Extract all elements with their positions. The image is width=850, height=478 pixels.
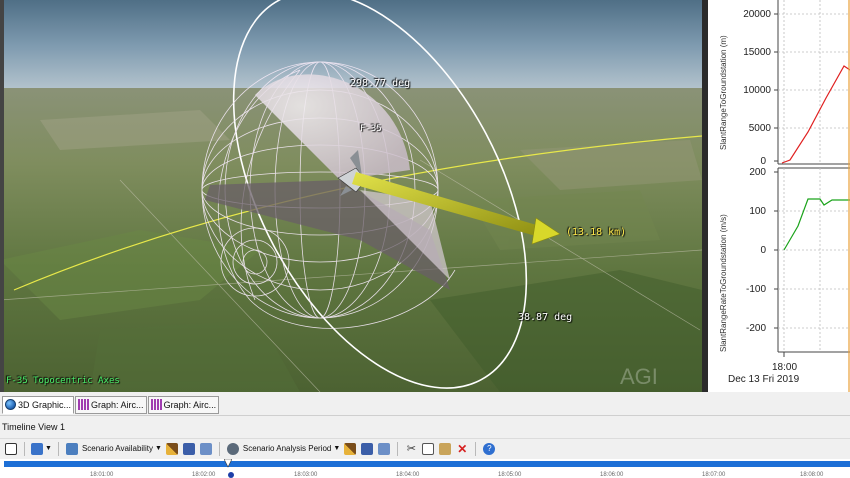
pencil-icon: [344, 442, 357, 455]
top-tick-0: 20000: [743, 9, 771, 20]
calendar-button[interactable]: [4, 442, 18, 456]
slant-range-line: [781, 65, 850, 164]
slant-range-rate-line: [783, 198, 850, 251]
3d-graphics-viewport[interactable]: 298.77 deg F-35 (13.18 km) 38.87 deg F-3…: [0, 0, 702, 392]
timeline-settings-icon: [31, 442, 43, 455]
time-marker[interactable]: [224, 459, 232, 469]
timeline-tick: 18:04:00: [396, 472, 420, 478]
chevron-down-icon: ▼: [45, 445, 52, 452]
save-period-button[interactable]: [360, 442, 374, 456]
bottom-tick-3: -100: [746, 284, 766, 295]
x-tick-label: 18:00: [772, 362, 798, 373]
scenario-availability-dropdown[interactable]: Scenario Availability ▼: [82, 442, 162, 456]
scenario-analysis-period-label: Scenario Analysis Period: [242, 444, 332, 453]
delete-button[interactable]: ✕: [455, 442, 469, 456]
3d-scene: [0, 0, 702, 392]
timeline-tick: 18:06:00: [600, 472, 624, 478]
toolbar-separator: [475, 441, 477, 456]
bottom-tick-4: -200: [746, 323, 766, 334]
save-icon: [182, 442, 195, 455]
edit-period-button[interactable]: [343, 442, 357, 456]
viewport-frame: [0, 0, 4, 392]
tab-graph-2[interactable]: Graph: Airc...: [147, 395, 220, 414]
timeline-track[interactable]: 18:01:00 18:02:00 18:03:00 18:04:00 18:0…: [0, 459, 850, 478]
toolbar-separator: [57, 441, 59, 456]
timeline-tick: 18:01:00: [90, 472, 114, 478]
tab-label: Graph: Airc...: [91, 399, 144, 410]
help-button[interactable]: ?: [482, 442, 496, 456]
timeline-tick: 18:08:00: [800, 472, 824, 478]
timeline-tick: 18:03:00: [294, 472, 318, 478]
scissors-icon: ✂: [406, 443, 416, 455]
timeline-tick: 18:02:00: [192, 472, 216, 478]
chevron-down-icon: ▼: [333, 445, 341, 452]
x-date-label: Dec 13 Fri 2019: [728, 374, 800, 385]
timeline-tick: 18:05:00: [498, 472, 522, 478]
scenario-availability-button[interactable]: [65, 442, 79, 456]
bar-graph-icon: [150, 399, 162, 410]
save-availability-button[interactable]: [182, 442, 196, 456]
timeline-toolbar: ▼ Scenario Availability ▼ Scenario Analy…: [0, 438, 850, 458]
elevation-label: 38.87 deg: [518, 312, 573, 323]
top-ylabel: SlantRangeToGroundstation (m): [719, 35, 728, 150]
bottom-tick-0: 200: [749, 167, 766, 178]
timeline-settings-button[interactable]: ▼: [31, 442, 52, 456]
help-icon: ?: [483, 442, 496, 455]
calendar-icon: [5, 442, 17, 455]
top-tick-3: 5000: [749, 123, 772, 134]
options-icon: [199, 442, 212, 455]
availability-options-button[interactable]: [199, 442, 213, 456]
app-window: 298.77 deg F-35 (13.18 km) 38.87 deg F-3…: [0, 0, 850, 478]
toolbar-separator: [397, 441, 399, 456]
top-tick-2: 10000: [743, 85, 771, 96]
globe-icon: [5, 399, 16, 410]
availability-icon: [65, 442, 78, 455]
edit-availability-button[interactable]: [165, 442, 179, 456]
graph-panel[interactable]: 20000 15000 10000 5000 0 SlantRangeToGro…: [702, 0, 850, 392]
tab-label: Graph: Airc...: [163, 399, 217, 410]
cut-button[interactable]: ✂: [404, 442, 418, 456]
tab-3d-graphics[interactable]: 3D Graphic...: [2, 395, 75, 414]
azimuth-label: 298.77 deg: [350, 78, 411, 89]
graph-canvas: 20000 15000 10000 5000 0 SlantRangeToGro…: [719, 0, 850, 392]
analysis-period-button[interactable]: [226, 442, 240, 456]
options-icon: [378, 442, 391, 455]
scenario-analysis-period-dropdown[interactable]: Scenario Analysis Period ▼: [243, 442, 340, 456]
tab-label: 3D Graphic...: [18, 399, 72, 410]
tab-graph-1[interactable]: Graph: Airc...: [75, 395, 147, 414]
toolbar-separator: [24, 441, 25, 456]
bottom-ylabel: SlantRangeRateToGroundstation (m/s): [719, 214, 728, 352]
delete-icon: ✕: [457, 441, 468, 456]
current-time-indicator[interactable]: [228, 472, 234, 478]
analysis-period-icon: [226, 442, 239, 455]
timeline-tick: 18:07:00: [702, 472, 726, 478]
paste-button[interactable]: [438, 442, 452, 456]
pencil-icon: [165, 442, 178, 455]
bar-graph-icon: [78, 399, 90, 410]
bottom-tick-1: 100: [749, 206, 766, 217]
paste-icon: [439, 442, 452, 455]
top-tick-1: 15000: [743, 47, 771, 58]
period-options-button[interactable]: [377, 442, 391, 456]
range-label: (13.18 km): [566, 227, 627, 238]
timeline-title: Timeline View 1: [0, 419, 850, 435]
agi-watermark: AGI: [620, 364, 658, 389]
scenario-availability-bar[interactable]: [4, 461, 850, 467]
toolbar-separator: [218, 441, 220, 456]
axes-label: F-35 Topocentric Axes: [6, 376, 120, 386]
aircraft-label: F-35: [360, 124, 382, 134]
copy-icon: [422, 442, 435, 455]
window-tab-bar: 3D Graphic... Graph: Airc... Graph: Airc…: [0, 394, 850, 416]
chevron-down-icon: ▼: [154, 445, 162, 452]
copy-button[interactable]: [421, 442, 435, 456]
bottom-tick-2: 0: [760, 245, 766, 256]
top-tick-4: 0: [760, 156, 766, 167]
save-icon: [361, 442, 374, 455]
scenario-availability-label: Scenario Availability: [81, 444, 153, 453]
